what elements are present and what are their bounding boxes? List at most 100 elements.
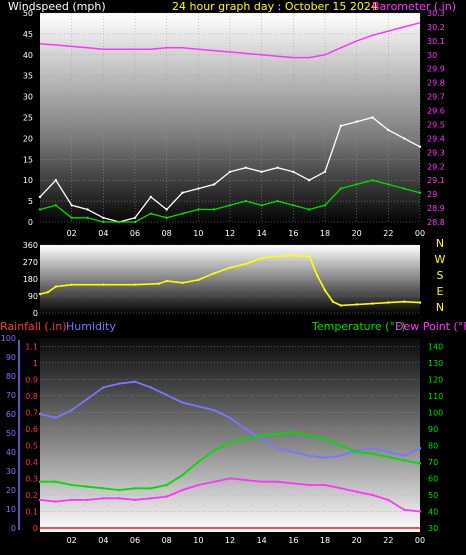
humidity-tick-label: 50 — [6, 429, 16, 438]
temp-tick-label: 30 — [428, 524, 438, 533]
weather-graph-canvas: Windspeed (mph) 24 hour graph day : Octo… — [0, 0, 466, 545]
x-tick-label: 02 — [67, 229, 77, 238]
data-point — [165, 393, 168, 397]
data-point — [402, 454, 406, 457]
data-point — [149, 386, 153, 389]
data-point — [260, 480, 263, 483]
y-tick-label: 20 — [23, 134, 33, 143]
x-tick-label: 06 — [130, 536, 140, 545]
x-tick-label: 20 — [352, 229, 362, 238]
x-tick-label: 00 — [415, 229, 425, 238]
data-point — [355, 303, 358, 306]
wind-panel-x-axis: 02 04 06 08 10 12 14 16 18 20 22 00 — [67, 229, 426, 238]
data-point — [307, 255, 311, 258]
data-point — [117, 220, 121, 224]
data-point — [339, 487, 343, 490]
y2-tick-label: 29.6 — [427, 107, 445, 116]
data-point — [197, 405, 200, 408]
data-point — [117, 488, 121, 492]
data-point — [331, 300, 335, 303]
data-point — [418, 301, 422, 304]
rain-tick-label: 0.7 — [25, 408, 38, 417]
compass-label: N — [436, 301, 444, 314]
data-point — [418, 447, 422, 450]
direction-axis: 0 90 180 270 360 — [23, 241, 38, 318]
data-point — [228, 477, 232, 480]
data-point — [260, 437, 263, 440]
data-point — [54, 416, 58, 419]
data-point — [323, 289, 327, 292]
x-tick-label: 16 — [288, 229, 298, 238]
temp-tick-label: 100 — [428, 408, 443, 417]
rain-tick-label: 0.2 — [25, 491, 38, 500]
temperature-label: Temperature (°F) — [311, 320, 406, 333]
data-point — [102, 487, 105, 490]
data-point — [70, 409, 73, 412]
data-point — [165, 495, 168, 498]
data-point — [157, 282, 160, 285]
y-tick-label: 40 — [23, 51, 33, 60]
compass-label: W — [435, 253, 446, 266]
y2-tick-label: 29.7 — [427, 93, 445, 102]
y2-tick-label: 29 — [427, 190, 437, 199]
data-point — [276, 199, 279, 203]
x-tick-label: 08 — [162, 229, 172, 238]
humidity-tick-label: 40 — [6, 448, 16, 457]
data-point — [371, 447, 374, 450]
temp-tick-label: 120 — [428, 375, 443, 384]
humidity-tick-label: 30 — [6, 467, 16, 476]
temp-tick-label: 130 — [428, 359, 443, 368]
y-tick-label: 50 — [23, 9, 33, 18]
compass-label: S — [437, 269, 444, 282]
y2-tick-label: 29.8 — [427, 79, 445, 88]
data-point — [387, 455, 390, 459]
data-point — [276, 432, 279, 436]
data-point — [38, 292, 42, 296]
data-point — [418, 145, 422, 148]
data-point — [38, 195, 42, 199]
x-tick-label: 10 — [193, 536, 203, 545]
y-tick-label: 45 — [23, 30, 33, 39]
data-point — [102, 386, 105, 389]
y-tick-label: 30 — [23, 93, 33, 102]
data-point — [212, 208, 216, 211]
data-point — [307, 483, 311, 487]
data-point — [212, 480, 216, 483]
humidity-tick-label: 20 — [6, 486, 16, 495]
data-point — [355, 490, 358, 493]
data-point — [418, 510, 422, 513]
data-point — [165, 483, 168, 487]
data-point — [70, 498, 73, 502]
data-point — [133, 283, 137, 286]
data-point — [402, 137, 406, 140]
humidity-tick-label: 70 — [6, 391, 16, 400]
data-point — [228, 440, 232, 444]
data-point — [260, 170, 263, 174]
humidity-tick-label: 90 — [6, 353, 16, 362]
humidity-tick-label: 0 — [11, 524, 16, 533]
data-point — [292, 170, 295, 174]
x-tick-label: 10 — [193, 229, 203, 238]
data-point — [402, 459, 406, 462]
data-point — [149, 195, 153, 199]
x-tick-label: 18 — [320, 536, 330, 545]
x-tick-label: 22 — [383, 536, 393, 545]
data-point — [387, 183, 390, 186]
data-point — [315, 274, 319, 277]
data-point — [86, 208, 89, 211]
data-point — [165, 216, 168, 220]
data-point — [86, 498, 89, 502]
data-point — [102, 283, 105, 286]
x-tick-label: 02 — [67, 536, 77, 545]
temp-tick-label: 70 — [428, 458, 438, 467]
data-point — [181, 401, 184, 404]
temp-tick-label: 60 — [428, 474, 438, 483]
wind-speed-axis: 0 5 10 15 20 25 30 35 40 45 50 — [23, 9, 33, 227]
data-point — [387, 498, 390, 502]
data-point — [228, 204, 232, 207]
temp-tick-label: 90 — [428, 425, 438, 434]
dewpoint-label: Dew Point (°F) — [395, 320, 466, 333]
data-point — [117, 497, 121, 500]
humidity-axis: 0 10 20 30 40 50 60 70 80 90 100 — [1, 334, 16, 533]
data-point — [149, 497, 153, 500]
